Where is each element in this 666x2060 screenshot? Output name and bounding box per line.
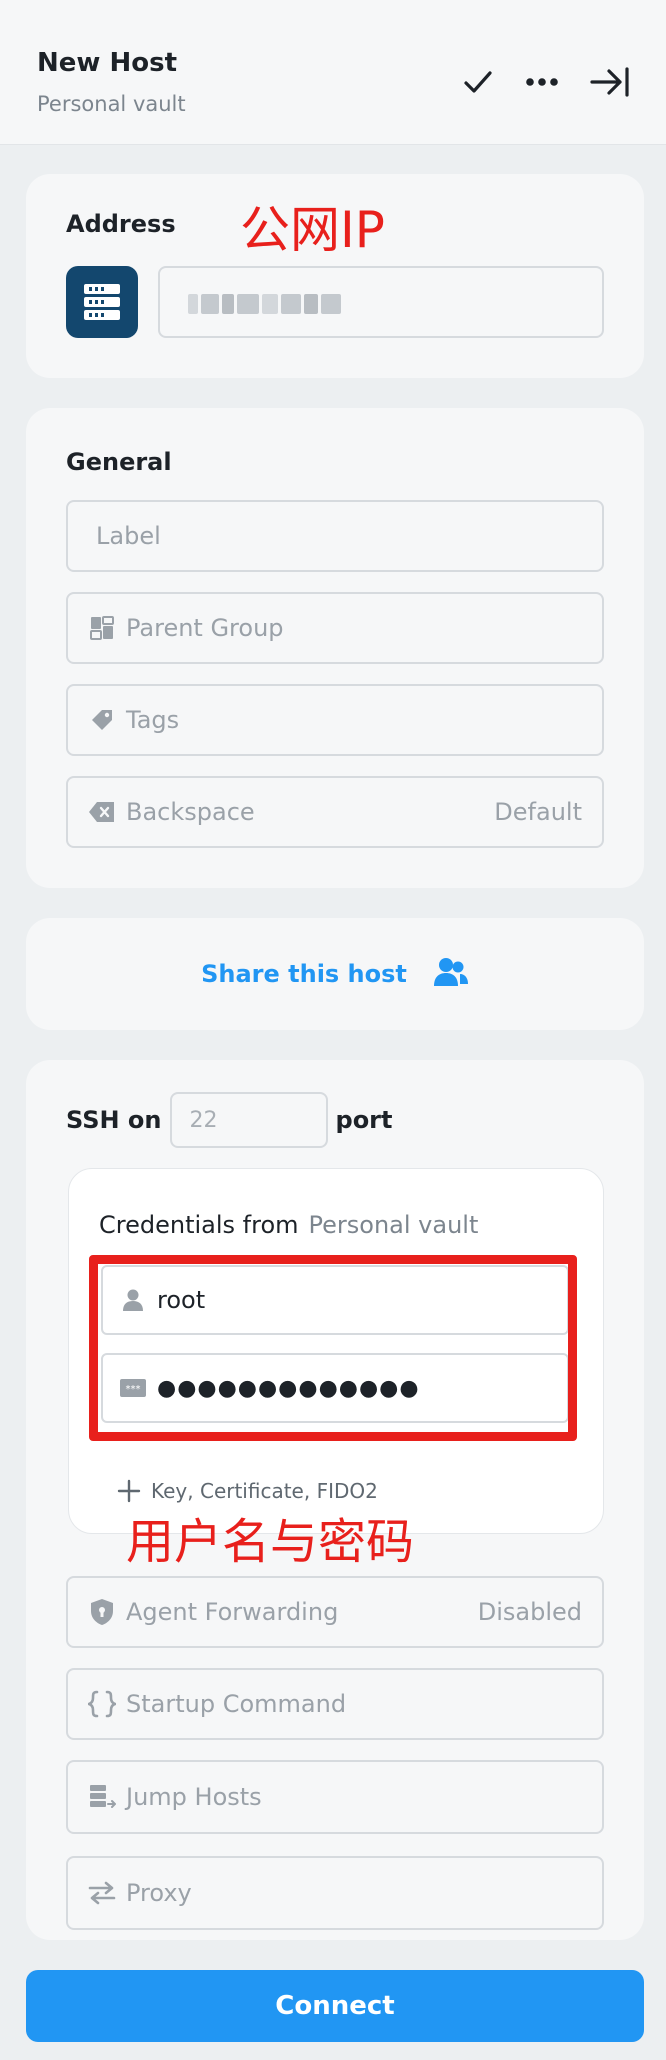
add-key-link[interactable]: Key, Certificate, FIDO2 xyxy=(117,1479,378,1503)
agent-forwarding-label: Agent Forwarding xyxy=(126,1598,339,1626)
save-check-icon[interactable] xyxy=(458,62,498,102)
label-placeholder: Label xyxy=(96,522,161,550)
page-title: New Host xyxy=(37,48,177,78)
users-icon xyxy=(433,956,469,992)
ssh-on-label: SSH on xyxy=(66,1106,162,1134)
close-panel-icon[interactable] xyxy=(590,62,630,102)
more-options-icon[interactable] xyxy=(522,62,562,102)
credentials-annotation: 用户名与密码 xyxy=(126,1514,415,1570)
parent-group-placeholder: Parent Group xyxy=(126,614,284,642)
header: New Host Personal vault xyxy=(0,0,666,145)
agent-forwarding-field[interactable]: Agent Forwarding Disabled xyxy=(66,1576,604,1648)
startup-command-label: Startup Command xyxy=(126,1690,347,1718)
backspace-value: Default xyxy=(494,798,582,826)
backspace-field[interactable]: Backspace Default xyxy=(66,776,604,848)
vault-subtitle: Personal vault xyxy=(37,92,186,116)
tags-placeholder: Tags xyxy=(126,706,180,734)
swap-arrows-icon xyxy=(88,1879,116,1907)
address-label: Address xyxy=(66,210,176,238)
proxy-field[interactable]: Proxy xyxy=(66,1856,604,1930)
share-host-label: Share this host xyxy=(201,960,407,988)
startup-command-field[interactable]: Startup Command xyxy=(66,1668,604,1740)
proxy-label: Proxy xyxy=(126,1879,192,1907)
address-card: Address 公网IP xyxy=(26,174,644,378)
tags-field[interactable]: Tags xyxy=(66,684,604,756)
public-ip-annotation: 公网IP xyxy=(240,201,385,259)
add-key-label: Key, Certificate, FIDO2 xyxy=(151,1479,378,1503)
credentials-highlight-box xyxy=(89,1255,577,1441)
group-icon xyxy=(88,614,116,642)
credentials-title: Credentials from Personal vault xyxy=(99,1211,478,1239)
credentials-box: Credentials from Personal vault root *** … xyxy=(68,1168,604,1534)
plus-icon xyxy=(117,1479,141,1503)
label-field[interactable]: Label xyxy=(66,500,604,572)
blurred-ip-value xyxy=(188,294,341,314)
shield-icon xyxy=(88,1598,116,1626)
tag-icon xyxy=(88,706,116,734)
ssh-card: SSH on 22 port Credentials from Personal … xyxy=(26,1060,644,1940)
backspace-icon xyxy=(88,798,116,826)
ssh-port-row: SSH on 22 port xyxy=(66,1092,393,1148)
general-card: General Label Parent Group Tags Backspac… xyxy=(26,408,644,888)
parent-group-field[interactable]: Parent Group xyxy=(66,592,604,664)
general-label: General xyxy=(66,448,172,476)
address-input[interactable] xyxy=(158,266,604,338)
jump-hosts-label: Jump Hosts xyxy=(126,1783,262,1811)
jump-hosts-icon xyxy=(88,1783,116,1811)
agent-forwarding-value: Disabled xyxy=(477,1598,582,1626)
jump-hosts-field[interactable]: Jump Hosts xyxy=(66,1760,604,1834)
share-host-card[interactable]: Share this host xyxy=(26,918,644,1030)
backspace-label: Backspace xyxy=(126,798,255,826)
credentials-vault-link[interactable]: Personal vault xyxy=(309,1211,479,1239)
port-label: port xyxy=(335,1106,393,1134)
connect-button[interactable]: Connect xyxy=(26,1970,644,2042)
credentials-from-label: Credentials from xyxy=(99,1211,299,1239)
braces-icon xyxy=(88,1690,116,1718)
server-icon xyxy=(66,266,138,338)
port-input[interactable]: 22 xyxy=(169,1092,328,1148)
